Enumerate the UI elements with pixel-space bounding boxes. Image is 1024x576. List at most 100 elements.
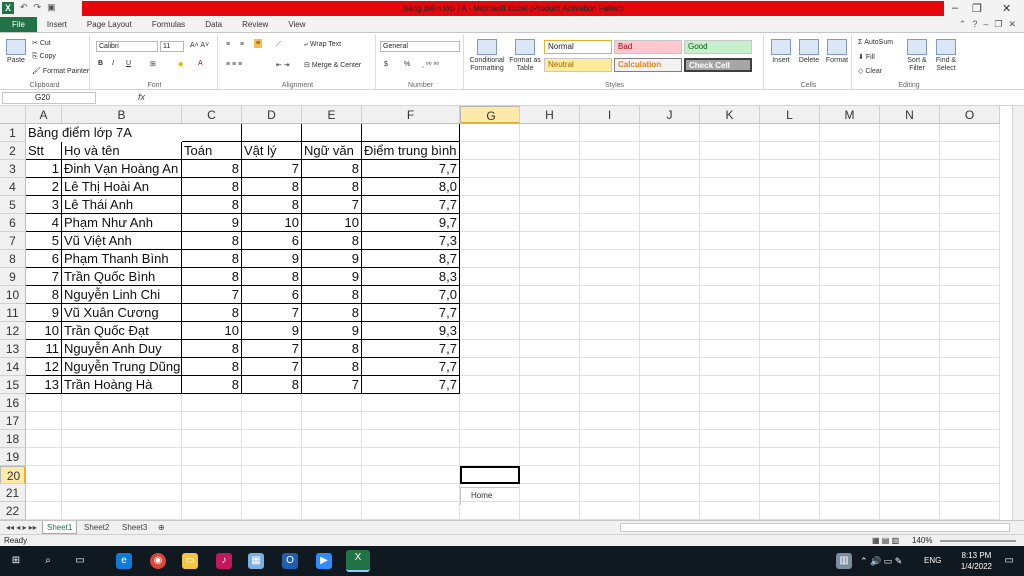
data-cell[interactable]: 7,0 (362, 286, 460, 304)
fill-button[interactable]: ⬇ Fill (858, 53, 875, 61)
cell[interactable] (700, 124, 760, 142)
cell[interactable] (940, 160, 1000, 178)
cell[interactable] (26, 412, 62, 430)
align-bottom-icon[interactable]: ≡ (254, 39, 263, 48)
tab-review[interactable]: Review (232, 17, 278, 32)
cell[interactable] (520, 160, 580, 178)
new-sheet-icon[interactable]: ⊕ (154, 521, 169, 534)
column-header-J[interactable]: J (640, 106, 700, 124)
cell[interactable] (460, 502, 520, 520)
data-cell[interactable]: 5 (26, 232, 62, 250)
horizontal-scrollbar[interactable] (620, 523, 1010, 532)
row-header-4[interactable]: 4 (0, 178, 26, 196)
data-cell[interactable]: 9 (302, 322, 362, 340)
cell[interactable] (460, 142, 520, 160)
cell[interactable] (820, 250, 880, 268)
data-cell[interactable]: 7 (302, 196, 362, 214)
cell[interactable] (460, 430, 520, 448)
row-header-11[interactable]: 11 (0, 304, 26, 322)
cell[interactable] (940, 358, 1000, 376)
data-cell[interactable]: 7 (242, 358, 302, 376)
data-cell[interactable]: Trần Hoàng Hà (62, 376, 182, 394)
cell[interactable] (700, 160, 760, 178)
cell[interactable] (182, 394, 242, 412)
cell[interactable] (640, 268, 700, 286)
data-cell[interactable]: 8 (182, 178, 242, 196)
name-box[interactable]: G20 (2, 92, 96, 104)
cell[interactable] (760, 412, 820, 430)
percent-button[interactable]: % (404, 61, 410, 68)
data-cell[interactable]: Vũ Việt Anh (62, 232, 182, 250)
merge-center-button[interactable]: ⊟ Merge & Center (304, 61, 361, 69)
cell[interactable] (880, 268, 940, 286)
data-cell[interactable]: 8 (302, 178, 362, 196)
row-header-17[interactable]: 17 (0, 412, 26, 430)
data-cell[interactable]: Nguyễn Trung Dũng (62, 358, 182, 376)
formula-input[interactable] (152, 92, 1012, 104)
data-cell[interactable]: 1 (26, 160, 62, 178)
data-cell[interactable]: 9 (182, 214, 242, 232)
cell[interactable] (820, 412, 880, 430)
cell[interactable] (460, 448, 520, 466)
cell[interactable] (640, 340, 700, 358)
cell[interactable] (820, 394, 880, 412)
cell[interactable] (760, 214, 820, 232)
row-header-13[interactable]: 13 (0, 340, 26, 358)
cell[interactable] (580, 448, 640, 466)
cell[interactable] (880, 394, 940, 412)
cell[interactable] (700, 340, 760, 358)
cell[interactable] (62, 412, 182, 430)
data-cell[interactable]: 10 (302, 214, 362, 232)
cell[interactable] (460, 250, 520, 268)
data-cell[interactable]: 11 (26, 340, 62, 358)
cell[interactable] (820, 232, 880, 250)
cell[interactable] (880, 502, 940, 520)
data-cell[interactable]: 9 (26, 304, 62, 322)
header-cell[interactable]: Toán (182, 142, 242, 160)
cell[interactable] (520, 430, 580, 448)
zoom-slider[interactable] (940, 540, 1016, 542)
cell[interactable] (460, 286, 520, 304)
cell[interactable] (460, 358, 520, 376)
cell[interactable] (460, 196, 520, 214)
cell[interactable] (940, 196, 1000, 214)
data-cell[interactable]: 7 (182, 286, 242, 304)
data-cell[interactable]: 8 (302, 358, 362, 376)
data-cell[interactable]: 7,7 (362, 160, 460, 178)
cell[interactable] (700, 358, 760, 376)
cell[interactable] (520, 214, 580, 232)
cell[interactable] (520, 394, 580, 412)
cell[interactable] (880, 340, 940, 358)
data-cell[interactable]: Vũ Xuân Cương (62, 304, 182, 322)
delete-cells-button[interactable]: Delete (796, 39, 822, 65)
row-header-5[interactable]: 5 (0, 196, 26, 214)
save-icon[interactable]: ▣ (47, 2, 56, 14)
cut-button[interactable]: ✂ Cut (32, 39, 51, 47)
cell[interactable] (820, 322, 880, 340)
sheet-tab-1[interactable]: Sheet1 (42, 521, 78, 534)
column-header-D[interactable]: D (242, 106, 302, 124)
cell[interactable] (700, 412, 760, 430)
cell[interactable] (760, 376, 820, 394)
data-cell[interactable]: 9,7 (362, 214, 460, 232)
cell[interactable] (520, 466, 580, 484)
minimize-doc-icon[interactable]: – (983, 19, 988, 30)
column-header-C[interactable]: C (182, 106, 242, 124)
tab-insert[interactable]: Insert (37, 17, 77, 32)
cell[interactable] (242, 484, 302, 502)
format-as-table-button[interactable]: Format as Table (508, 39, 542, 73)
cell[interactable] (520, 340, 580, 358)
cell[interactable] (182, 466, 242, 484)
sheet-nav-icon[interactable]: ◂◂ ◂ ▸ ▸▸ (2, 521, 41, 534)
select-all-corner[interactable] (0, 106, 26, 124)
column-header-I[interactable]: I (580, 106, 640, 124)
data-cell[interactable]: 9,3 (362, 322, 460, 340)
cell[interactable] (940, 376, 1000, 394)
cell[interactable] (520, 178, 580, 196)
data-cell[interactable]: 7,7 (362, 196, 460, 214)
cell[interactable] (520, 358, 580, 376)
data-cell[interactable]: 7,7 (362, 304, 460, 322)
cell[interactable] (460, 160, 520, 178)
data-cell[interactable]: 7,3 (362, 232, 460, 250)
cell[interactable] (242, 466, 302, 484)
